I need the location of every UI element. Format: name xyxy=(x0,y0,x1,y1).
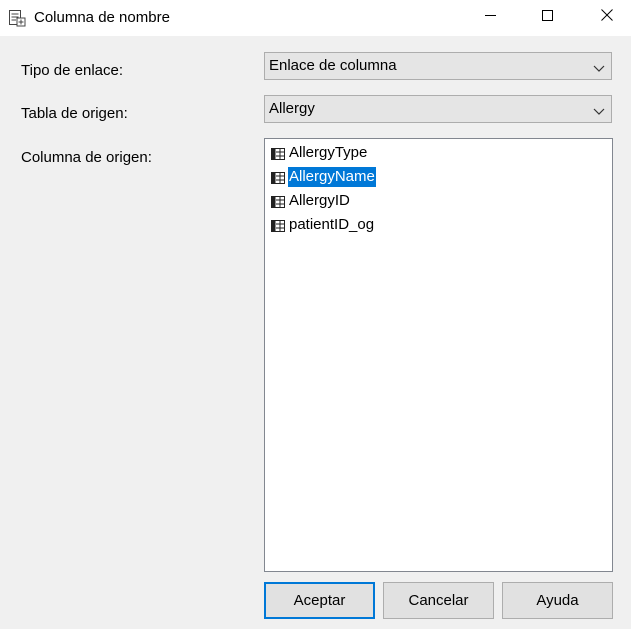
column-icon xyxy=(271,171,285,184)
column-icon xyxy=(271,195,285,208)
source-table-label: Tabla de origen: xyxy=(21,105,128,122)
window-title: Columna de nombre xyxy=(34,9,170,26)
list-item[interactable]: patientID_og xyxy=(271,214,375,236)
list-item-label: patientID_og xyxy=(289,216,375,233)
column-icon xyxy=(271,219,285,232)
source-column-list[interactable]: AllergyType AllergyName AllergyID patien… xyxy=(264,138,613,572)
title-bar: Columna de nombre xyxy=(0,0,631,36)
chevron-down-icon xyxy=(593,104,605,115)
list-item-label: AllergyType xyxy=(289,144,368,161)
list-item-selected[interactable]: AllergyName xyxy=(271,166,376,188)
close-button[interactable] xyxy=(584,0,630,34)
maximize-icon xyxy=(541,8,553,26)
link-type-value: Enlace de columna xyxy=(269,57,397,74)
source-column-label: Columna de origen: xyxy=(21,149,152,166)
list-item[interactable]: AllergyID xyxy=(271,190,351,212)
column-properties-icon xyxy=(8,9,26,27)
column-icon xyxy=(271,147,285,160)
cancel-button[interactable]: Cancelar xyxy=(383,582,494,619)
link-type-label: Tipo de enlace: xyxy=(21,62,124,79)
list-item[interactable]: AllergyType xyxy=(271,142,368,164)
source-table-dropdown[interactable]: Allergy xyxy=(264,95,612,123)
maximize-button[interactable] xyxy=(524,0,570,34)
list-item-label: AllergyID xyxy=(289,192,350,209)
close-icon xyxy=(601,8,613,26)
source-table-value: Allergy xyxy=(269,100,315,117)
list-item-label: AllergyName xyxy=(288,167,376,187)
dialog-window: Columna de nombre Tipo de enlace: Enlace… xyxy=(0,0,631,629)
chevron-down-icon xyxy=(593,61,605,72)
minimize-button[interactable] xyxy=(467,0,513,34)
link-type-dropdown[interactable]: Enlace de columna xyxy=(264,52,612,80)
help-button[interactable]: Ayuda xyxy=(502,582,613,619)
ok-button[interactable]: Aceptar xyxy=(264,582,375,619)
minimize-icon xyxy=(484,8,496,26)
